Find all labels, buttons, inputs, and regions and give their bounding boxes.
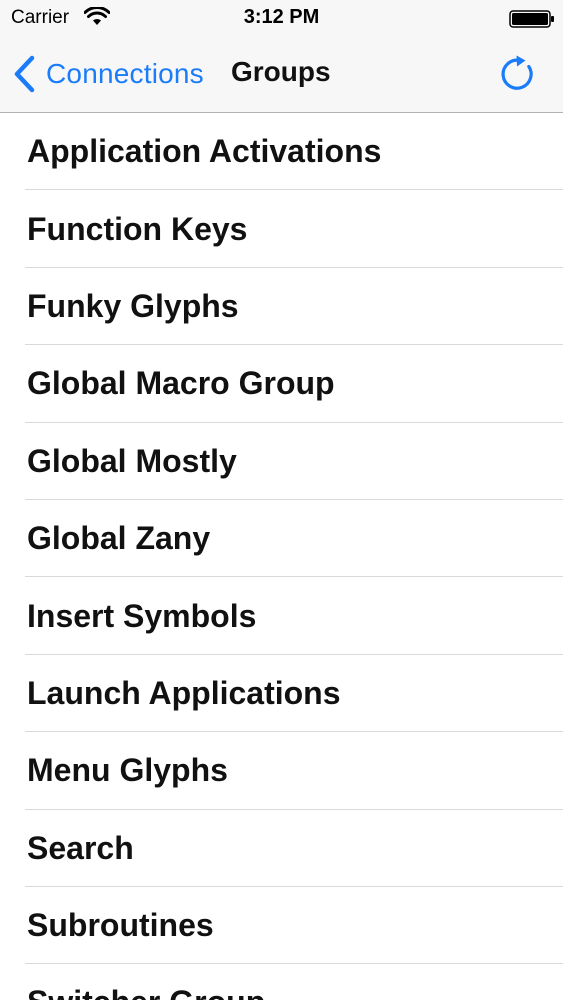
header: Carrier 3:12 PM Connections Groups xyxy=(0,0,563,113)
group-label: Launch Applications xyxy=(27,674,341,711)
group-label: Insert Symbols xyxy=(27,597,257,634)
group-label: Funky Glyphs xyxy=(27,287,239,324)
group-label: Global Macro Group xyxy=(27,365,335,402)
group-label: Menu Glyphs xyxy=(27,752,228,789)
refresh-icon[interactable] xyxy=(498,54,538,94)
list-item[interactable]: Global Mostly xyxy=(0,423,563,501)
list-item[interactable]: Subroutines xyxy=(0,887,563,965)
group-label: Switcher Group xyxy=(27,984,265,1000)
back-button[interactable]: Connections xyxy=(12,54,204,94)
list-item[interactable]: Insert Symbols xyxy=(0,577,563,656)
groups-screen: Carrier 3:12 PM Connections Groups Appli… xyxy=(0,0,563,1000)
page-title: Groups xyxy=(231,56,331,87)
group-label: Global Mostly xyxy=(27,442,237,479)
list-item[interactable]: Global Zany xyxy=(0,500,563,578)
list-item[interactable]: Funky Glyphs xyxy=(0,268,563,346)
status-bar: Carrier 3:12 PM xyxy=(0,0,563,36)
chevron-left-icon xyxy=(14,55,35,93)
status-time: 3:12 PM xyxy=(243,6,320,28)
group-label: Subroutines xyxy=(27,907,214,944)
list-item[interactable]: Application Activations xyxy=(0,113,563,191)
back-button-label: Connections xyxy=(46,58,204,89)
list-item[interactable]: Function Keys xyxy=(0,190,563,269)
group-list: Application Activations Function Keys Fu… xyxy=(0,113,563,1000)
group-label: Function Keys xyxy=(27,210,248,247)
battery-icon xyxy=(509,10,554,28)
list-item[interactable]: Launch Applications xyxy=(0,655,563,733)
list-item[interactable]: Search xyxy=(0,810,563,888)
group-label: Global Zany xyxy=(27,520,211,557)
group-label: Application Activations xyxy=(27,133,382,170)
navigation-bar: Connections Groups xyxy=(0,36,563,112)
group-label: Search xyxy=(27,829,134,866)
list-item[interactable]: Global Macro Group xyxy=(0,345,563,423)
list-item[interactable]: Switcher Group xyxy=(0,964,563,1000)
list-item[interactable]: Menu Glyphs xyxy=(0,732,563,810)
